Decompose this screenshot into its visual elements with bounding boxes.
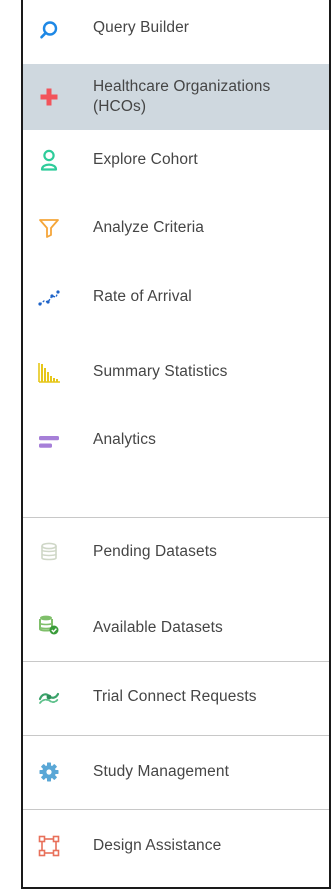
design-icon bbox=[37, 834, 61, 858]
bars-icon bbox=[37, 430, 61, 454]
database-check-icon bbox=[37, 613, 61, 637]
funnel-icon bbox=[37, 216, 61, 240]
nav-item-rate-of-arrival[interactable]: Rate of Arrival bbox=[23, 262, 329, 332]
nav-item-analytics[interactable]: Analytics bbox=[23, 408, 329, 474]
nav-item-healthcare-organizations[interactable]: Healthcare Organizations (HCOs) bbox=[23, 64, 329, 130]
nav-item-label: Rate of Arrival bbox=[93, 288, 192, 305]
search-icon bbox=[37, 18, 61, 42]
database-icon bbox=[37, 540, 61, 564]
plus-icon bbox=[37, 85, 61, 109]
nav-item-label: Design Assistance bbox=[93, 837, 222, 854]
nav-item-summary-statistics[interactable]: Summary Statistics bbox=[23, 334, 329, 406]
nav-item-label: Explore Cohort bbox=[93, 151, 198, 168]
nav-item-pending-datasets[interactable]: Pending Datasets bbox=[23, 518, 329, 584]
nav-item-study-management[interactable]: Study Management bbox=[23, 736, 329, 808]
nav-item-label: Analytics bbox=[93, 431, 156, 448]
person-icon bbox=[37, 148, 61, 172]
nav-item-analyze-criteria[interactable]: Analyze Criteria bbox=[23, 192, 329, 260]
nav-item-label: Pending Datasets bbox=[93, 543, 217, 560]
trial-connect-icon bbox=[37, 686, 61, 710]
nav-item-query-builder[interactable]: Query Builder bbox=[23, 0, 329, 60]
nav-item-trial-connect-requests[interactable]: Trial Connect Requests bbox=[23, 662, 329, 734]
nav-item-available-datasets[interactable]: Available Datasets bbox=[23, 586, 329, 660]
nav-item-label: Query Builder bbox=[93, 19, 190, 36]
nav-item-design-assistance[interactable]: Design Assistance bbox=[23, 810, 329, 882]
nav-item-explore-cohort[interactable]: Explore Cohort bbox=[23, 130, 329, 190]
gear-icon bbox=[37, 760, 61, 784]
nav-item-label: Analyze Criteria bbox=[93, 219, 205, 236]
bar-chart-icon bbox=[37, 360, 61, 384]
nav-item-label: Healthcare Organizations (HCOs) bbox=[93, 78, 271, 115]
navigation-panel: Query Builder Healthcare Organizations (… bbox=[21, 0, 331, 889]
nav-item-label: Available Datasets bbox=[93, 619, 223, 636]
nav-item-label: Summary Statistics bbox=[93, 363, 228, 380]
nav-item-label: Trial Connect Requests bbox=[93, 688, 257, 705]
nav-item-label: Study Management bbox=[93, 763, 230, 780]
trend-line-icon bbox=[37, 286, 61, 310]
